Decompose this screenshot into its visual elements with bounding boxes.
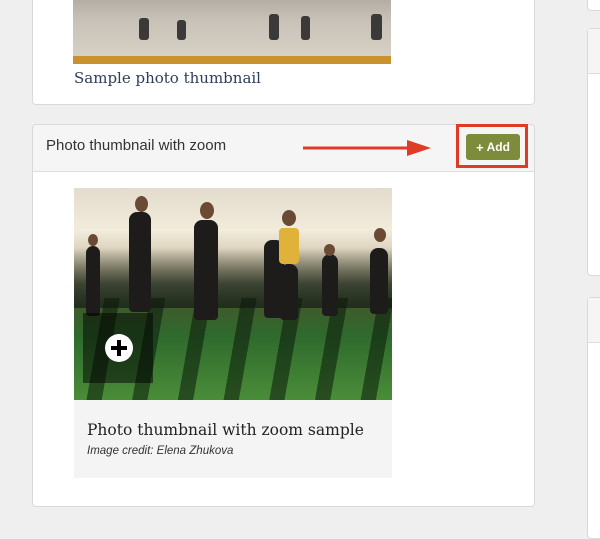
add-button-label: Add <box>486 140 510 154</box>
right-panel <box>587 28 600 276</box>
photo-caption-credit: Image credit: Elena Zhukova <box>87 445 234 457</box>
card-title: Photo thumbnail with zoom <box>46 137 227 154</box>
plus-icon: + <box>476 139 484 155</box>
photo-caption-title: Photo thumbnail with zoom sample <box>87 421 364 439</box>
photo-caption-box: Photo thumbnail with zoom sample Image c… <box>74 400 392 478</box>
marching-band-photo[interactable] <box>74 188 392 400</box>
card-header: Photo thumbnail with zoom + Add <box>33 124 534 172</box>
photo-thumbnail-zoom-card: Photo thumbnail with zoom + Add Photo th… <box>32 124 535 507</box>
sample-photo-card: Sample photo thumbnail <box>32 0 535 105</box>
zoom-overlay[interactable] <box>83 313 153 383</box>
sample-photo-image <box>73 0 391 56</box>
sample-photo-caption: Sample photo thumbnail <box>74 69 261 87</box>
zoom-plus-icon[interactable] <box>105 334 133 362</box>
add-button[interactable]: + Add <box>466 134 520 160</box>
photo-caption-band <box>73 56 391 64</box>
annotation-arrow-icon <box>303 140 431 156</box>
right-panel-top <box>587 0 600 11</box>
right-panel <box>587 297 600 539</box>
